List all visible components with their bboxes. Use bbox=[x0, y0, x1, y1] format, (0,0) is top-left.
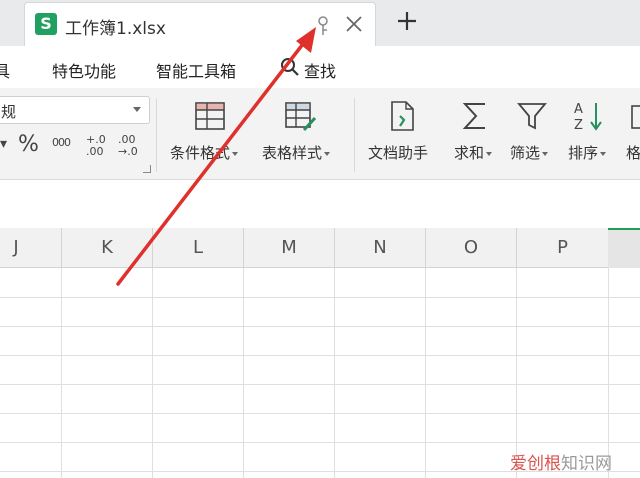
watermark-part1: 爱创根 bbox=[510, 454, 561, 474]
spreadsheet-logo-icon: S bbox=[35, 13, 57, 35]
dialog-launcher-icon[interactable] bbox=[143, 165, 151, 173]
column-header-K[interactable]: K bbox=[61, 228, 152, 268]
pin-icon[interactable] bbox=[315, 15, 331, 37]
chevron-down-icon bbox=[600, 151, 607, 156]
decrease-decimal-button[interactable]: .00 →.0 bbox=[118, 134, 146, 158]
document-tab[interactable]: S 工作簿1.xlsx bbox=[24, 2, 376, 46]
sort-icon[interactable]: A Z bbox=[572, 100, 604, 132]
thousands-separator-button[interactable]: 000 bbox=[52, 136, 71, 149]
format-button-partial[interactable]: 格 bbox=[626, 142, 640, 163]
chevron-down-icon bbox=[232, 151, 239, 156]
menu-item-tools-partial[interactable]: 具 bbox=[0, 58, 10, 82]
grid-line bbox=[0, 326, 640, 327]
watermark-text: 爱创根知识网 bbox=[510, 449, 612, 474]
sum-button[interactable]: 求和 bbox=[454, 142, 493, 163]
chevron-down-icon bbox=[324, 151, 331, 156]
grid-line bbox=[0, 384, 640, 385]
column-header-P[interactable]: P bbox=[516, 228, 608, 268]
increase-decimal-button[interactable]: +.0 .00 bbox=[86, 134, 114, 158]
ribbon-toolbar: 规 ▾ % 000 +.0 .00 .00 →.0 条件格式 表格样式 文档助手… bbox=[0, 88, 640, 180]
grid-line bbox=[243, 268, 244, 478]
number-format-value: 规 bbox=[1, 103, 17, 121]
conditional-format-label: 条件格式 bbox=[170, 144, 231, 162]
grid-line bbox=[0, 413, 640, 414]
search-icon[interactable] bbox=[280, 57, 300, 77]
column-header-J[interactable]: J bbox=[0, 228, 61, 268]
grid-line bbox=[0, 297, 640, 298]
table-style-button[interactable]: 表格样式 bbox=[262, 142, 331, 163]
chevron-down-icon bbox=[486, 151, 493, 156]
filter-button[interactable]: 筛选 bbox=[510, 142, 549, 163]
sum-icon[interactable] bbox=[459, 100, 491, 132]
tab-bar: S 工作簿1.xlsx bbox=[0, 0, 640, 46]
grid-line bbox=[516, 268, 517, 478]
svg-text:A: A bbox=[574, 102, 583, 117]
column-header-row: J K L M N O P bbox=[0, 228, 640, 268]
menu-item-find[interactable]: 查找 bbox=[304, 58, 336, 82]
grid-line bbox=[152, 268, 153, 478]
menu-item-smart-toolbox[interactable]: 智能工具箱 bbox=[156, 58, 236, 82]
format-dropdown-caret[interactable]: ▾ bbox=[0, 136, 7, 152]
grid-line bbox=[425, 268, 426, 478]
menu-bar: 具 特色功能 智能工具箱 查找 bbox=[0, 46, 640, 88]
sort-label: 排序 bbox=[568, 144, 599, 162]
close-tab-icon[interactable] bbox=[343, 13, 365, 35]
separator bbox=[354, 98, 355, 172]
grid-line bbox=[608, 268, 609, 478]
menu-item-special-features[interactable]: 特色功能 bbox=[52, 58, 116, 82]
filter-icon[interactable] bbox=[516, 100, 548, 132]
table-style-icon[interactable] bbox=[284, 100, 316, 132]
filter-label: 筛选 bbox=[510, 144, 541, 162]
grid-line bbox=[0, 355, 640, 356]
separator bbox=[156, 98, 157, 172]
svg-text:Z: Z bbox=[574, 118, 583, 132]
sort-button[interactable]: 排序 bbox=[568, 142, 607, 163]
number-format-select[interactable]: 规 bbox=[0, 96, 150, 124]
chevron-down-icon bbox=[133, 107, 141, 112]
grid-line bbox=[0, 442, 640, 443]
format-icon[interactable] bbox=[630, 100, 640, 132]
column-header-M[interactable]: M bbox=[243, 228, 334, 268]
chevron-down-icon bbox=[542, 151, 549, 156]
grid-line bbox=[334, 268, 335, 478]
column-header-N[interactable]: N bbox=[334, 228, 425, 268]
table-style-label: 表格样式 bbox=[262, 144, 323, 162]
percent-button[interactable]: % bbox=[18, 132, 39, 157]
new-tab-plus-icon[interactable] bbox=[396, 10, 418, 32]
column-header-L[interactable]: L bbox=[152, 228, 243, 268]
column-header-selected[interactable] bbox=[608, 228, 640, 268]
conditional-format-button[interactable]: 条件格式 bbox=[170, 142, 239, 163]
column-header-O[interactable]: O bbox=[425, 228, 516, 268]
formula-bar-area[interactable] bbox=[0, 180, 640, 228]
grid-line bbox=[61, 268, 62, 478]
doc-assistant-button[interactable]: 文档助手 bbox=[368, 142, 428, 163]
conditional-format-icon[interactable] bbox=[194, 100, 226, 132]
sum-label: 求和 bbox=[454, 144, 485, 162]
doc-assistant-icon[interactable] bbox=[386, 100, 418, 132]
tab-title: 工作簿1.xlsx bbox=[65, 19, 166, 39]
watermark-part2: 知识网 bbox=[561, 454, 612, 474]
cell-grid[interactable] bbox=[0, 268, 640, 478]
